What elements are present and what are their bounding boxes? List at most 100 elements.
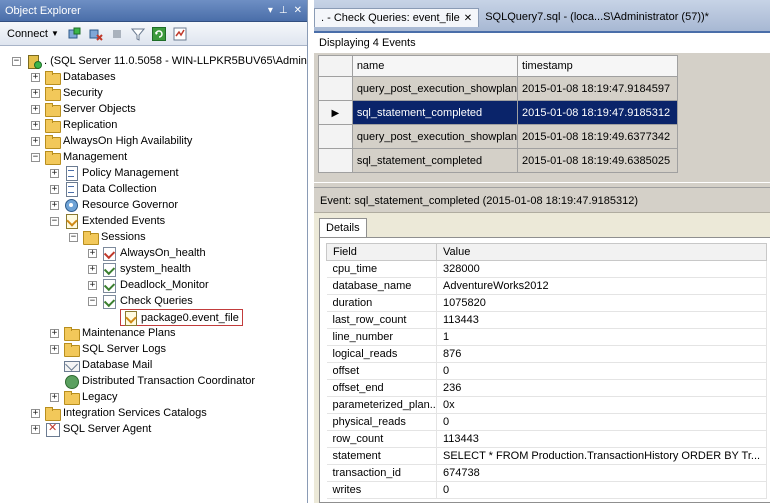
cell-field[interactable]: database_name [326, 277, 437, 295]
cell-name[interactable]: query_post_execution_showplan [351, 124, 519, 149]
expand-icon[interactable]: + [50, 185, 59, 194]
tree-node[interactable]: Replication [44, 117, 117, 133]
window-position-icon[interactable]: ▾ [268, 5, 273, 16]
expand-icon[interactable]: + [31, 73, 40, 82]
tree-node[interactable]: SQL Server Agent [44, 421, 151, 437]
tree-node[interactable]: Databases [44, 69, 116, 85]
tree-node[interactable]: Policy Management [63, 165, 179, 181]
tree-node[interactable]: Server Objects [44, 101, 136, 117]
expand-icon[interactable]: + [31, 137, 40, 146]
tree-node[interactable]: Check Queries [101, 293, 193, 309]
detail-row[interactable]: logical_reads 876 [326, 345, 767, 363]
tree-node[interactable]: Database Mail [63, 357, 152, 373]
cell-value[interactable]: 113443 [436, 430, 767, 448]
tree-node[interactable]: AlwaysOn High Availability [44, 133, 192, 149]
tree-node[interactable]: Deadlock_Monitor [101, 277, 209, 293]
tree-node[interactable]: Security [44, 85, 103, 101]
detail-row[interactable]: physical_reads 0 [326, 413, 767, 431]
cell-name[interactable]: sql_statement_completed [351, 148, 519, 173]
expand-icon[interactable]: + [88, 249, 97, 258]
tree-node[interactable]: system_health [101, 261, 191, 277]
expand-icon[interactable]: + [50, 169, 59, 178]
expand-icon[interactable]: + [31, 121, 40, 130]
detail-row[interactable]: statement SELECT * FROM Production.Transa… [326, 447, 767, 465]
row-header[interactable]: ▶ [318, 100, 353, 125]
filter-icon[interactable] [130, 26, 146, 42]
cell-field[interactable]: transaction_id [326, 464, 437, 482]
cell-value[interactable]: 0x [436, 396, 767, 414]
cell-value[interactable]: 0 [436, 413, 767, 431]
cell-value[interactable]: 328000 [436, 260, 767, 278]
expand-icon[interactable]: + [31, 425, 40, 434]
column-header-timestamp[interactable]: timestamp [517, 55, 678, 77]
detail-row[interactable]: transaction_id 674738 [326, 464, 767, 482]
collapse-icon[interactable]: − [69, 233, 78, 242]
tree-node[interactable]: Distributed Transaction Coordinator [63, 373, 255, 389]
collapse-icon[interactable]: − [88, 297, 97, 306]
expand-icon[interactable]: + [50, 329, 59, 338]
tree-node[interactable]: package0.event_file [120, 309, 243, 326]
detail-row[interactable]: writes 0 [326, 481, 767, 499]
refresh-icon[interactable] [151, 26, 167, 42]
tree-node[interactable]: Legacy [63, 389, 117, 405]
cell-name[interactable]: query_post_execution_showplan [351, 76, 519, 101]
detail-row[interactable]: row_count 113443 [326, 430, 767, 448]
cell-field[interactable]: last_row_count [326, 311, 437, 329]
cell-value[interactable]: 0 [436, 362, 767, 380]
expand-icon[interactable]: + [31, 409, 40, 418]
stop-icon[interactable] [109, 26, 125, 42]
cell-timestamp[interactable]: 2015-01-08 18:19:49.6385025 [517, 148, 678, 173]
collapse-icon[interactable]: − [31, 153, 40, 162]
tree-node[interactable]: Management [44, 149, 127, 165]
detail-row[interactable]: last_row_count 113443 [326, 311, 767, 329]
expand-icon[interactable]: + [50, 345, 59, 354]
tree-node[interactable]: . (SQL Server 11.0.5058 - WIN-LLPKR5BUV6… [25, 53, 307, 69]
cell-timestamp[interactable]: 2015-01-08 18:19:47.9185312 [517, 100, 678, 125]
close-icon[interactable]: ✕ [294, 5, 302, 16]
column-header-field[interactable]: Field [326, 243, 437, 261]
detail-row[interactable]: offset 0 [326, 362, 767, 380]
detail-row[interactable]: duration 1075820 [326, 294, 767, 312]
close-icon[interactable]: ✕ [464, 13, 472, 24]
column-header-value[interactable]: Value [436, 243, 767, 261]
detail-row[interactable]: database_name AdventureWorks2012 [326, 277, 767, 295]
cell-field[interactable]: parameterized_plan... [326, 396, 437, 414]
row-header[interactable] [318, 148, 353, 173]
cell-value[interactable]: 236 [436, 379, 767, 397]
table-row[interactable]: ▶ sql_statement_completed 2015-01-08 18:19… [318, 100, 678, 125]
expand-icon[interactable]: + [31, 89, 40, 98]
cell-timestamp[interactable]: 2015-01-08 18:19:47.9184597 [517, 76, 678, 101]
collapse-icon[interactable]: − [50, 217, 59, 226]
table-row[interactable]: query_post_execution_showplan 2015-01-08 … [318, 76, 678, 101]
expand-icon[interactable]: + [50, 201, 59, 210]
disconnect-icon[interactable] [88, 26, 104, 42]
row-header[interactable] [318, 76, 353, 101]
expand-icon[interactable]: + [88, 265, 97, 274]
cell-timestamp[interactable]: 2015-01-08 18:19:49.6377342 [517, 124, 678, 149]
tab-check-queries-event-file[interactable]: . - Check Queries: event_file ✕ [314, 8, 480, 27]
cell-field[interactable]: physical_reads [326, 413, 437, 431]
expand-icon[interactable]: + [31, 105, 40, 114]
detail-row[interactable]: line_number 1 [326, 328, 767, 346]
tree-node[interactable]: Sessions [82, 229, 146, 245]
tree-node[interactable]: Integration Services Catalogs [44, 405, 207, 421]
detail-row[interactable]: cpu_time 328000 [326, 260, 767, 278]
cell-value[interactable]: AdventureWorks2012 [436, 277, 767, 295]
cell-field[interactable]: duration [326, 294, 437, 312]
expand-icon[interactable]: + [88, 281, 97, 290]
cell-field[interactable]: line_number [326, 328, 437, 346]
table-row[interactable]: sql_statement_completed 2015-01-08 18:19:… [318, 148, 678, 173]
column-header-name[interactable]: name [351, 55, 519, 77]
detail-row[interactable]: parameterized_plan... 0x [326, 396, 767, 414]
tab-details[interactable]: Details [319, 218, 367, 237]
tree-node[interactable]: Maintenance Plans [63, 325, 176, 341]
pane-splitter[interactable] [314, 182, 770, 188]
cell-field[interactable]: cpu_time [326, 260, 437, 278]
cell-value[interactable]: 1075820 [436, 294, 767, 312]
table-row[interactable]: query_post_execution_showplan 2015-01-08 … [318, 124, 678, 149]
cell-value[interactable]: 674738 [436, 464, 767, 482]
row-header[interactable] [318, 124, 353, 149]
collapse-icon[interactable]: − [12, 57, 21, 66]
cell-name[interactable]: sql_statement_completed [351, 100, 519, 125]
tab-sqlquery7[interactable]: SQLQuery7.sql - (loca...S\Administrator … [479, 8, 715, 26]
